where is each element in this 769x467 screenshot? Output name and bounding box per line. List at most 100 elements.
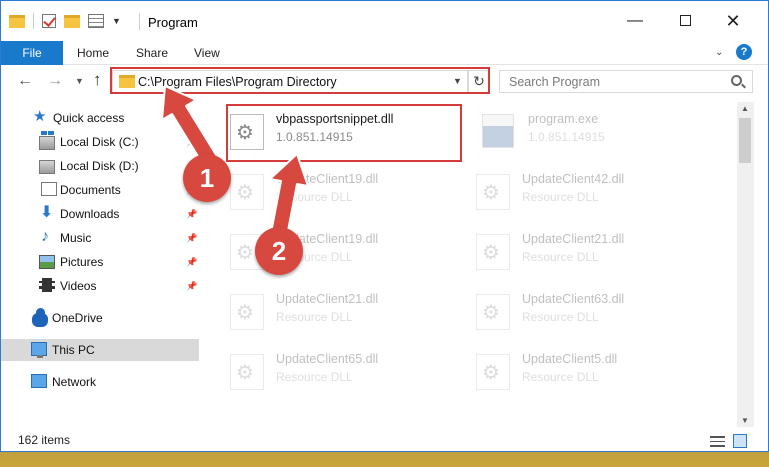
- new-folder-icon[interactable]: [64, 14, 80, 28]
- file-name: UpdateClient42.dll: [522, 172, 625, 186]
- sidebar-item-label: Pictures: [60, 255, 104, 269]
- minimize-button[interactable]: —: [625, 11, 645, 31]
- sidebar-item-downloads[interactable]: ⬇ Downloads 📌: [1, 203, 199, 225]
- tab-home[interactable]: Home: [77, 41, 109, 65]
- dll-file-icon: [230, 294, 264, 330]
- dll-file-icon: [476, 294, 510, 330]
- file-type: Resource DLL: [522, 190, 599, 204]
- download-icon: ⬇: [40, 204, 54, 221]
- sidebar-item-label: Local Disk (C:): [60, 135, 139, 149]
- pictures-icon: [39, 255, 55, 269]
- address-highlight-box: [110, 67, 490, 94]
- up-button[interactable]: ↑: [93, 70, 102, 90]
- expand-ribbon-icon[interactable]: ⌄: [715, 47, 723, 58]
- file-item[interactable]: UpdateClient21.dll Resource DLL: [476, 230, 712, 280]
- tab-share[interactable]: Share: [136, 41, 168, 65]
- cloud-icon: [32, 308, 48, 327]
- search-icon: [731, 75, 742, 86]
- scroll-thumb[interactable]: [739, 118, 751, 163]
- search-input[interactable]: Search Program: [509, 75, 600, 89]
- file-item-program-exe[interactable]: program.exe 1.0.851.14915: [482, 110, 718, 160]
- pin-icon[interactable]: 📌: [186, 137, 197, 148]
- properties-icon[interactable]: [88, 14, 104, 28]
- dll-file-icon: [230, 354, 264, 390]
- pin-icon[interactable]: 📌: [186, 233, 197, 244]
- file-name: UpdateClient21.dll: [522, 232, 625, 246]
- file-type: Resource DLL: [276, 190, 353, 204]
- large-icons-view-icon[interactable]: [733, 434, 747, 448]
- sidebar-item-pictures[interactable]: Pictures 📌: [1, 251, 199, 273]
- file-item[interactable]: UpdateClient65.dll Resource DLL: [230, 350, 466, 400]
- tab-file[interactable]: File: [1, 41, 63, 65]
- disk-icon: [39, 160, 55, 174]
- sidebar-item-onedrive[interactable]: OneDrive: [1, 307, 199, 329]
- pin-icon[interactable]: 📌: [186, 209, 197, 220]
- music-icon: ♪: [41, 228, 49, 245]
- sidebar-item-this-pc[interactable]: This PC: [1, 339, 199, 361]
- vertical-scrollbar[interactable]: ▲ ▼: [737, 102, 754, 427]
- videos-icon: [39, 278, 55, 292]
- scroll-up-icon[interactable]: ▲: [741, 104, 749, 113]
- navigation-pane: ★ Quick access Local Disk (C:) 📌 Local D…: [1, 102, 206, 422]
- pin-icon[interactable]: 📌: [186, 257, 197, 268]
- sidebar-item-documents[interactable]: Documents 📌: [1, 179, 199, 201]
- file-type: Resource DLL: [522, 370, 599, 384]
- back-button[interactable]: ←: [17, 72, 33, 90]
- documents-icon: [41, 182, 57, 196]
- file-name: program.exe: [528, 112, 599, 126]
- network-icon: [31, 374, 47, 388]
- pin-icon[interactable]: 📌: [186, 281, 197, 292]
- scroll-down-icon[interactable]: ▼: [741, 416, 749, 425]
- sidebar-item-label: This PC: [52, 343, 95, 357]
- file-item[interactable]: UpdateClient63.dll Resource DLL: [476, 290, 712, 340]
- computer-icon: [31, 342, 47, 358]
- sidebar-item-label: Local Disk (D:): [60, 159, 139, 173]
- ribbon: File Home Share View ⌄ ?: [1, 41, 768, 65]
- search-box[interactable]: Search Program: [499, 70, 753, 93]
- sidebar-item-local-disk-c[interactable]: Local Disk (C:) 📌: [1, 131, 199, 153]
- disk-icon: [39, 131, 55, 150]
- file-item[interactable]: UpdateClient42.dll Resource DLL: [476, 170, 712, 220]
- sidebar-item-label: Downloads: [60, 207, 120, 221]
- close-button[interactable]: ✕: [723, 11, 743, 31]
- maximize-button[interactable]: [675, 11, 695, 31]
- details-view-icon[interactable]: [710, 436, 725, 447]
- file-name: UpdateClient5.dll: [522, 352, 618, 366]
- window-title: Program: [148, 15, 198, 30]
- help-button[interactable]: ?: [736, 44, 752, 60]
- sidebar-item-videos[interactable]: Videos 📌: [1, 275, 199, 297]
- dll-file-icon: [230, 174, 264, 210]
- file-item[interactable]: UpdateClient21.dll Resource DLL: [230, 290, 466, 340]
- file-item[interactable]: UpdateClient5.dll Resource DLL: [476, 350, 712, 400]
- callout-badge-2: 2: [255, 227, 303, 275]
- sidebar-item-label: Documents: [60, 183, 121, 197]
- recent-locations-icon[interactable]: ▼: [75, 76, 84, 86]
- sidebar-item-label: OneDrive: [52, 311, 103, 325]
- file-name: UpdateClient19.dll: [276, 172, 379, 186]
- dll-file-icon: [476, 354, 510, 390]
- file-name: UpdateClient21.dll: [276, 292, 379, 306]
- file-version: 1.0.851.14915: [528, 130, 605, 144]
- sidebar-item-local-disk-d[interactable]: Local Disk (D:) 📌: [1, 155, 199, 177]
- file-name: UpdateClient63.dll: [522, 292, 625, 306]
- file-item[interactable]: UpdateClient19.dll Resource DLL: [230, 170, 466, 220]
- sidebar-item-music[interactable]: ♪ Music 📌: [1, 227, 199, 249]
- maximize-icon: [679, 15, 691, 26]
- status-bar: 162 items: [1, 428, 768, 451]
- sidebar-item-quick-access[interactable]: ★ Quick access: [1, 107, 199, 129]
- star-icon: ★: [33, 108, 47, 125]
- callout-badge-1: 1: [183, 154, 231, 202]
- properties-check-icon[interactable]: [42, 14, 56, 28]
- chevron-down-icon[interactable]: ▼: [112, 16, 121, 26]
- file-name: UpdateClient65.dll: [276, 352, 379, 366]
- file-type: Resource DLL: [276, 370, 353, 384]
- tab-view[interactable]: View: [194, 41, 220, 65]
- sidebar-item-network[interactable]: Network: [1, 371, 199, 393]
- sidebar-item-label: Quick access: [53, 111, 125, 125]
- sidebar-item-label: Network: [52, 375, 97, 389]
- sidebar-item-label: Music: [60, 231, 92, 245]
- sidebar-item-label: Videos: [60, 279, 97, 293]
- forward-button[interactable]: →: [47, 72, 63, 90]
- title-divider: [139, 13, 140, 30]
- quick-access-toolbar: ▼: [9, 13, 121, 29]
